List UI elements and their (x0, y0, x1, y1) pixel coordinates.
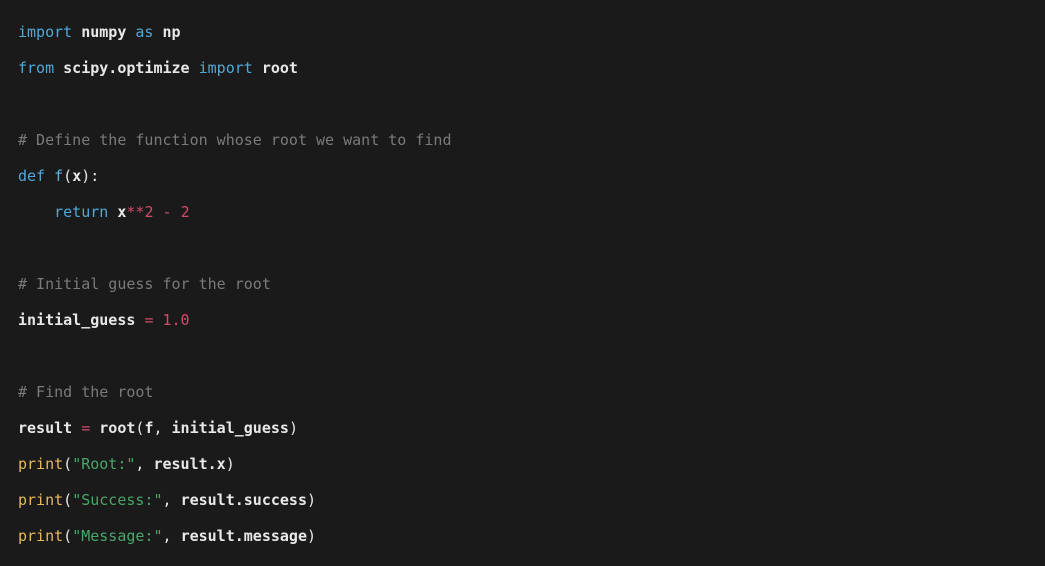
code-token: print (18, 527, 63, 545)
code-line: # Initial guess for the root (18, 275, 271, 293)
code-token: ) (226, 455, 235, 473)
code-token (172, 203, 181, 221)
code-token (45, 167, 54, 185)
code-token: root (262, 59, 298, 77)
code-line: from scipy.optimize import root (18, 59, 298, 77)
code-token: result.message (181, 527, 307, 545)
code-token: , (163, 491, 172, 509)
code-token: scipy.optimize (63, 59, 189, 77)
code-token: result.x (153, 455, 225, 473)
code-token: # Initial guess for the root (18, 275, 271, 293)
code-token: root (99, 419, 135, 437)
code-token: np (163, 23, 181, 41)
code-token: 1.0 (163, 311, 190, 329)
code-token: : (90, 167, 99, 185)
code-token (253, 59, 262, 77)
code-line: print("Message:", result.message) (18, 527, 316, 545)
code-token (172, 491, 181, 509)
code-token: "Success:" (72, 491, 162, 509)
code-token (153, 203, 162, 221)
code-token: - (163, 203, 172, 221)
code-token: # Define the function whose root we want… (18, 131, 451, 149)
code-token (153, 23, 162, 41)
code-block: import numpy as np from scipy.optimize i… (18, 14, 1027, 554)
code-token: , (163, 527, 172, 545)
code-token: ( (63, 455, 72, 473)
code-token: print (18, 455, 63, 473)
code-line: print("Root:", result.x) (18, 455, 235, 473)
code-line: return x**2 - 2 (18, 203, 190, 221)
code-token: initial_guess (18, 311, 135, 329)
code-token: import (199, 59, 253, 77)
code-token (18, 203, 54, 221)
code-token (172, 527, 181, 545)
code-token (72, 419, 81, 437)
code-line: result = root(f, initial_guess) (18, 419, 298, 437)
code-token: ( (63, 491, 72, 509)
code-line: import numpy as np (18, 23, 181, 41)
code-token: ) (81, 167, 90, 185)
code-token: 2 (181, 203, 190, 221)
code-token: return (54, 203, 108, 221)
code-token: ) (307, 491, 316, 509)
code-line: initial_guess = 1.0 (18, 311, 190, 329)
code-token: from (18, 59, 54, 77)
code-token: , (153, 419, 162, 437)
code-token: = (81, 419, 90, 437)
code-token: numpy (81, 23, 126, 41)
code-token: result.success (181, 491, 307, 509)
code-token (153, 311, 162, 329)
code-token: import (18, 23, 72, 41)
code-line: def f(x): (18, 167, 99, 185)
code-token: ** (126, 203, 144, 221)
code-token: ) (289, 419, 298, 437)
code-token: result (18, 419, 72, 437)
code-token: "Message:" (72, 527, 162, 545)
code-token: ( (63, 527, 72, 545)
code-token: f (54, 167, 63, 185)
code-token: ) (307, 527, 316, 545)
code-token: def (18, 167, 45, 185)
code-token (54, 59, 63, 77)
code-token: "Root:" (72, 455, 135, 473)
code-token: print (18, 491, 63, 509)
code-token: initial_guess (172, 419, 289, 437)
code-token: as (135, 23, 153, 41)
code-line: # Find the root (18, 383, 153, 401)
code-token: x (72, 167, 81, 185)
code-token: ( (63, 167, 72, 185)
code-token (108, 203, 117, 221)
code-token (72, 23, 81, 41)
code-token (190, 59, 199, 77)
code-token: # Find the root (18, 383, 153, 401)
code-line: # Define the function whose root we want… (18, 131, 451, 149)
code-token (163, 419, 172, 437)
code-token (90, 419, 99, 437)
code-line: print("Success:", result.success) (18, 491, 316, 509)
